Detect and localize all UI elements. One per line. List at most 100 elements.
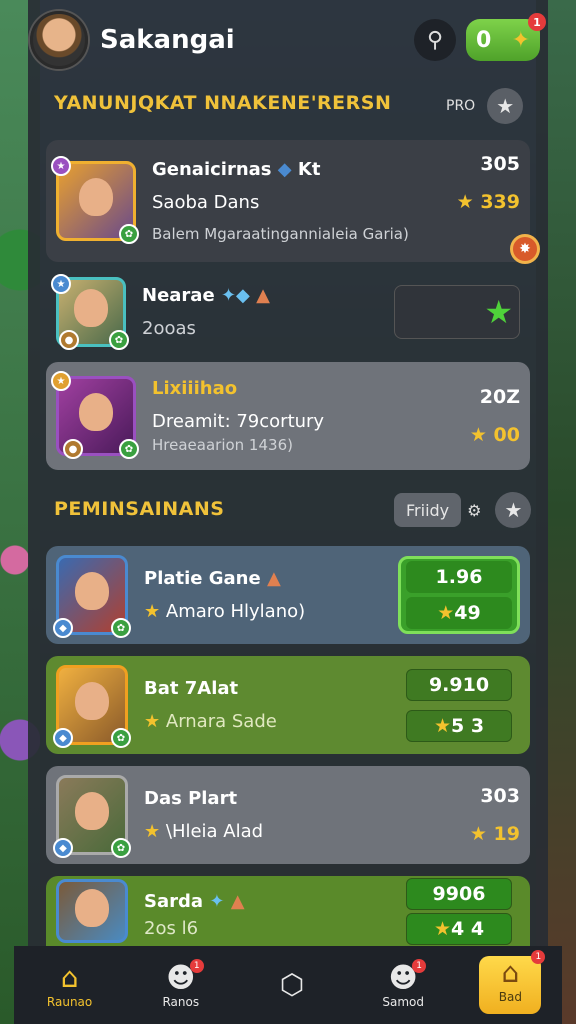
character-portrait: ★ ✿ (51, 156, 139, 244)
card-description: Balem Mgaraatingannialeia Garia) (152, 225, 409, 243)
value-display: 1.96 (406, 561, 512, 593)
favorite-star-button[interactable]: ★ (487, 88, 524, 124)
card-value: 20Z (479, 386, 520, 408)
character-face (75, 791, 109, 830)
favorite-slot[interactable]: ★ (394, 285, 520, 339)
avatar[interactable] (30, 11, 88, 69)
coin-badge-icon: ● (63, 439, 83, 459)
header: Sakangai ⚲ 0 ✦ 1 (30, 10, 546, 70)
favorite-star-button[interactable]: ★ (495, 492, 532, 528)
star-icon: ★ (496, 94, 515, 118)
notification-badge: 1 (412, 959, 427, 973)
value-box[interactable]: 1.96 ★ 49 (398, 556, 520, 634)
character-face (79, 177, 113, 216)
nav-label: Ranos (162, 995, 200, 1009)
rank-badge-icon: ★ (51, 156, 71, 176)
list-item[interactable]: ★ ✿ Genaicirnas ◆ Kt Saoba Dans Balem Mg… (46, 140, 530, 262)
star-icon: ★ (469, 823, 487, 845)
card-name-text: Nearae (142, 285, 215, 306)
search-button[interactable]: ⚲ (414, 19, 456, 61)
star-icon: ★ (144, 711, 161, 732)
flame-icon: ▲ (230, 891, 245, 912)
verified-icon: ◆ (277, 159, 292, 180)
card-stars: ★ 339 (456, 191, 520, 213)
card-subtitle: ★ Amaro Hlylano) (144, 601, 306, 622)
list-item[interactable]: Sarda ✦ ▲ 2os l6 9906 ★ 4 4 (46, 876, 530, 946)
nav-item-shield[interactable]: ⬡ (257, 968, 327, 1002)
star-icon: ★ (433, 714, 451, 737)
card-body: Sarda ✦ ▲ 2os l6 (144, 891, 398, 939)
list-item[interactable]: ★ ● ✿ Nearae ✦◆ ▲ 2ooas ★ (46, 272, 530, 352)
list-item[interactable]: ★ ● ✿ Lixiiihao Dreamit: 79cortury Hreae… (46, 362, 530, 470)
bottom-nav: ⌂ Raunao ☻ 1 Ranos ⬡ ☻ 1 Samod ⌂ 1 Bad (14, 946, 562, 1024)
character-portrait: ★ ● ✿ (51, 371, 139, 459)
section-title-2: PEMINSAINANS (54, 498, 225, 520)
home-icon: ⌂ (60, 961, 79, 994)
nav-item-samod[interactable]: ☻ 1 Samod (368, 959, 438, 1009)
stars-display: ★ 49 (406, 597, 512, 629)
card-body: Das Plart ★ \Hleia Alad (144, 788, 470, 842)
value-display: 9906 (406, 877, 512, 910)
character-face (75, 888, 109, 927)
character-face (74, 289, 108, 328)
stars-display: ★ 5 3 (406, 709, 512, 742)
list-item[interactable]: ◆ ✿ Bat 7Alat ★ Arnara Sade 9.910 ★ 5 3 (46, 656, 530, 754)
card-body: Genaicirnas ◆ Kt Saoba Dans Balem Mgaraa… (152, 159, 457, 243)
star-icon: ★ (437, 602, 455, 624)
card-name-text: Platie Gane (144, 568, 261, 589)
green-star-icon: ★ (484, 293, 513, 331)
search-icon: ⚲ (426, 27, 444, 53)
nav-item-home[interactable]: ⌂ Raunao (35, 961, 105, 1009)
star-icon: ★ (456, 191, 474, 213)
list-item[interactable]: ◆ ✿ Das Plart ★ \Hleia Alad 303 ★ 19 (46, 766, 530, 864)
card-subtitle: ★ \Hleia Alad (144, 821, 264, 842)
card-name: Nearae ✦◆ ▲ (142, 285, 394, 306)
nav-item-ranos[interactable]: ☻ 1 Ranos (146, 959, 216, 1009)
star-icon: ★ (433, 917, 451, 940)
coin-badge-icon: ● (59, 330, 79, 350)
coin-button[interactable]: 0 ✦ 1 (466, 13, 546, 61)
pro-label[interactable]: PRO (446, 98, 475, 114)
coin-badge: 1 (528, 13, 546, 31)
card-name-suffix: Kt (297, 159, 321, 180)
list-item[interactable]: ◆ ✿ Platie Gane ▲ ★ Amaro Hlylano) 1.96 … (46, 546, 530, 644)
settings-icon[interactable]: ⚙ (467, 501, 481, 520)
notification-badge: 1 (531, 950, 546, 964)
value-box[interactable]: 9906 ★ 4 4 (398, 876, 520, 946)
card-description: Hreaeaarion 1436) (152, 436, 293, 454)
character-face (75, 571, 109, 610)
card-stats: 20Z ★ 00 (470, 386, 520, 446)
stars-display: ★ 4 4 (406, 912, 512, 945)
card-subtitle: ★ Arnara Sade (144, 711, 277, 732)
page-title: Sakangai (100, 25, 235, 55)
leaf-badge-icon: ✿ (111, 618, 131, 638)
leaf-badge-icon: ✿ (109, 330, 129, 350)
rank-badge-icon: ★ (51, 274, 71, 294)
character-face (75, 681, 109, 720)
rank-badge-icon: ◆ (53, 728, 73, 748)
filter-pill[interactable]: Friidy (394, 493, 462, 527)
card-name-text: Genaicirnas (152, 159, 272, 180)
star-icon: ★ (504, 498, 523, 522)
rank-badge-icon: ★ (51, 371, 71, 391)
character-portrait: ★ ● ✿ (51, 274, 129, 350)
value-box[interactable]: 9.910 ★ 5 3 (398, 664, 520, 746)
nav-label: Bad (498, 990, 522, 1004)
card-name: Bat 7Alat (144, 678, 239, 699)
card-subtitle: Dreamit: 79cortury (152, 411, 325, 432)
leaf-badge-icon: ✿ (119, 439, 139, 459)
nav-label: Samod (382, 995, 424, 1009)
card-body: Lixiiihao Dreamit: 79cortury Hreaeaarion… (152, 378, 470, 454)
nav-item-bad[interactable]: ⌂ 1 Bad (479, 950, 546, 1014)
house-icon: ⌂ (501, 956, 520, 989)
card-name: Sarda ✦ ▲ (144, 891, 398, 912)
card-stars: ★ 19 (469, 823, 520, 845)
leaf-badge-icon: ✿ (111, 728, 131, 748)
fire-icon[interactable]: ✸ (510, 234, 540, 264)
character-portrait: ◆ ✿ (53, 775, 131, 858)
star-icon: ★ (469, 424, 487, 446)
card-stars: ★ 00 (469, 424, 520, 446)
card-subtitle: 2os l6 (144, 918, 199, 939)
lightning-icon: ✦◆ (220, 285, 250, 306)
flame-icon: ▲ (266, 568, 281, 589)
